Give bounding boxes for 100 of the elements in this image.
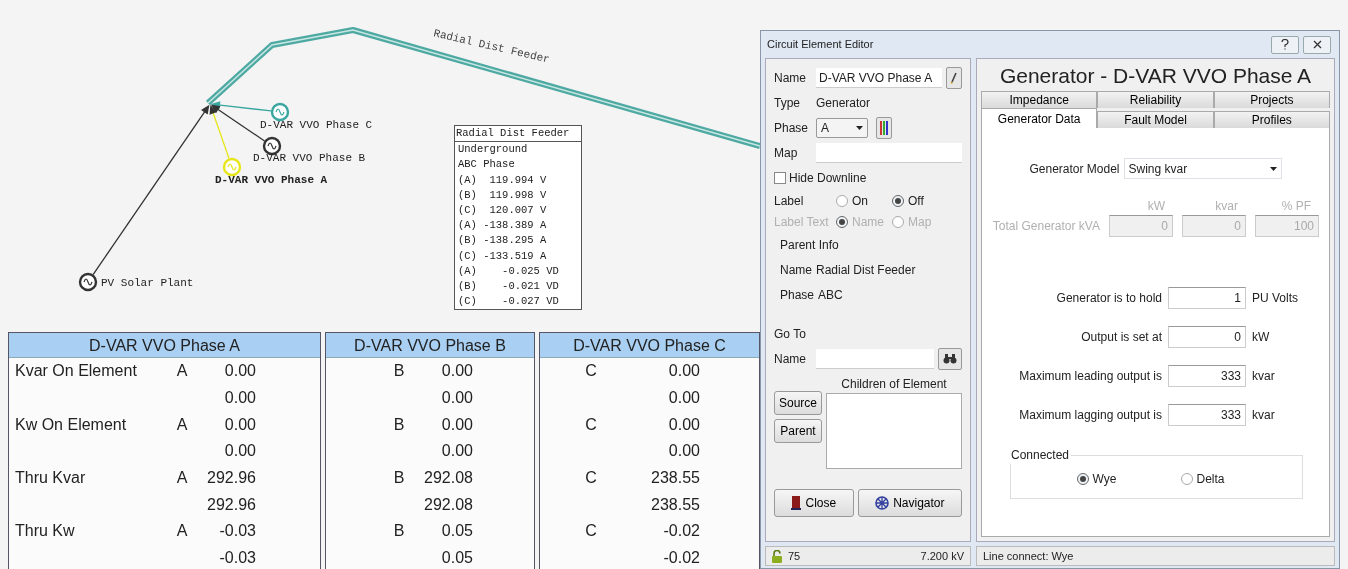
info-line: (B) -0.021 VD — [457, 279, 560, 295]
value-text: 0.00 — [223, 388, 256, 409]
close-icon — [1312, 40, 1322, 49]
help-icon — [1281, 39, 1289, 50]
map-field[interactable] — [816, 142, 962, 163]
field-label: Phase — [774, 119, 810, 137]
phase-letter: A — [175, 521, 189, 542]
phase-letter: C — [584, 468, 598, 489]
list-label: Children of Element — [840, 376, 948, 393]
field-label: Generator is to hold — [1055, 290, 1162, 307]
model-select[interactable]: Swing kvar — [1123, 158, 1282, 179]
row-label: Thru Kvar — [15, 468, 87, 489]
field-label: Name — [774, 350, 807, 368]
type-value: Generator — [816, 94, 871, 112]
field-label: Map — [774, 144, 799, 162]
caret-icon — [856, 125, 863, 130]
unit-label: kW — [1252, 329, 1271, 346]
node-label: PV Solar Plant — [101, 277, 194, 289]
value-text: -0.03 — [218, 548, 256, 569]
number-field[interactable]: 333 — [1168, 404, 1246, 426]
goto-name-field[interactable] — [816, 348, 934, 369]
tab[interactable]: Impedance — [981, 91, 1098, 108]
checkbox[interactable]: Hide Downline — [774, 168, 867, 187]
field-label: Output is set at — [1080, 329, 1162, 346]
radio-button[interactable]: Off — [892, 191, 948, 210]
color-button[interactable] — [876, 116, 892, 139]
help-button[interactable] — [1271, 35, 1299, 54]
value-text: 0.00 — [667, 414, 700, 435]
value-text: 238.55 — [650, 468, 700, 489]
number-field: 0 — [1109, 215, 1173, 237]
field-label: Phase — [780, 286, 815, 304]
info-line: (C) -0.027 VD — [457, 294, 560, 310]
row-label: Kw On Element — [15, 414, 128, 435]
close-button[interactable]: Close — [774, 489, 854, 517]
value-text: 0.00 — [667, 361, 700, 382]
close-button[interactable] — [1303, 35, 1331, 54]
value-text: 0.00 — [440, 441, 473, 462]
phase-letter: C — [584, 521, 598, 542]
element-heading: Generator - D-VAR VVO Phase A — [998, 63, 1313, 89]
phase-letter: B — [392, 468, 406, 489]
radio-button[interactable]: Wye — [1076, 470, 1133, 488]
status-text: 75 — [788, 548, 802, 564]
node-label: D-VAR VVO Phase C — [260, 119, 373, 131]
number-field[interactable]: 333 — [1168, 365, 1246, 387]
nav-button[interactable]: Source — [774, 391, 823, 415]
unit-label: kvar — [1252, 368, 1276, 385]
phase-letter: B — [392, 361, 406, 382]
phase-letter: B — [392, 521, 406, 542]
value-text: 0.05 — [440, 548, 473, 569]
radio-button[interactable]: Delta — [1180, 470, 1237, 488]
navigator-button[interactable]: Navigator — [857, 489, 962, 517]
info-line: (A) 119.994 V — [457, 172, 548, 188]
tab[interactable]: Generator Data — [981, 108, 1098, 128]
value-text: 0.00 — [667, 441, 700, 462]
phase-letter: C — [584, 414, 598, 435]
column-header: % PF — [1280, 198, 1312, 215]
value-text: 0.00 — [667, 388, 700, 409]
parent-phase: ABC — [818, 286, 843, 304]
tab[interactable]: Profiles — [1213, 111, 1330, 128]
number-field[interactable]: 0 — [1168, 326, 1246, 348]
info-line: (A) -138.389 A — [457, 218, 548, 234]
value-text: 292.08 — [423, 468, 473, 489]
info-line: (B) 119.998 V — [457, 187, 548, 203]
number-field[interactable]: 1 — [1168, 287, 1246, 309]
tab[interactable]: Fault Model — [1097, 111, 1214, 128]
field-label: Type — [774, 94, 801, 112]
row-label: Thru Kw — [15, 521, 76, 542]
value-text: 292.08 — [423, 494, 473, 515]
value-text: -0.02 — [662, 548, 700, 569]
phase-letter: A — [175, 468, 189, 489]
phase-select[interactable]: A — [816, 117, 868, 138]
node-label: D-VAR VVO Phase A — [215, 174, 328, 186]
panel-header: D-VAR VVO Phase B — [326, 333, 534, 358]
row-label: Kvar On Element — [15, 361, 138, 382]
column-header: kvar — [1214, 198, 1239, 215]
info-line: (A) -0.025 VD — [457, 263, 560, 279]
door-icon — [791, 496, 802, 510]
status-text: 7.200 kV — [920, 548, 964, 564]
column-header: kW — [1146, 198, 1166, 215]
value-text: 0.00 — [440, 361, 473, 382]
info-line: (C) 120.007 V — [457, 203, 548, 218]
group-title: Connected — [1010, 447, 1071, 464]
pencil-icon — [950, 71, 958, 84]
parent-name: Radial Dist Feeder — [816, 261, 916, 279]
value-text: 0.00 — [223, 361, 256, 382]
search-button[interactable] — [938, 347, 962, 370]
nav-button[interactable]: Parent — [774, 419, 823, 443]
info-line: (B) -138.295 A — [457, 233, 548, 249]
tab[interactable]: Projects — [1213, 91, 1330, 108]
value-text: 238.55 — [650, 494, 700, 515]
value-text: 0.00 — [440, 414, 473, 435]
tab[interactable]: Reliability — [1097, 91, 1214, 108]
info-line: Underground — [457, 142, 529, 158]
name-field[interactable]: D-VAR VVO Phase A — [816, 67, 942, 88]
panel-header: D-VAR VVO Phase A — [9, 333, 320, 358]
radio-button[interactable]: On — [836, 191, 892, 210]
field-label: Label — [774, 192, 805, 210]
value-text: 292.96 — [206, 494, 256, 515]
panel-header: D-VAR VVO Phase C — [540, 333, 759, 358]
edit-button[interactable] — [946, 66, 962, 89]
